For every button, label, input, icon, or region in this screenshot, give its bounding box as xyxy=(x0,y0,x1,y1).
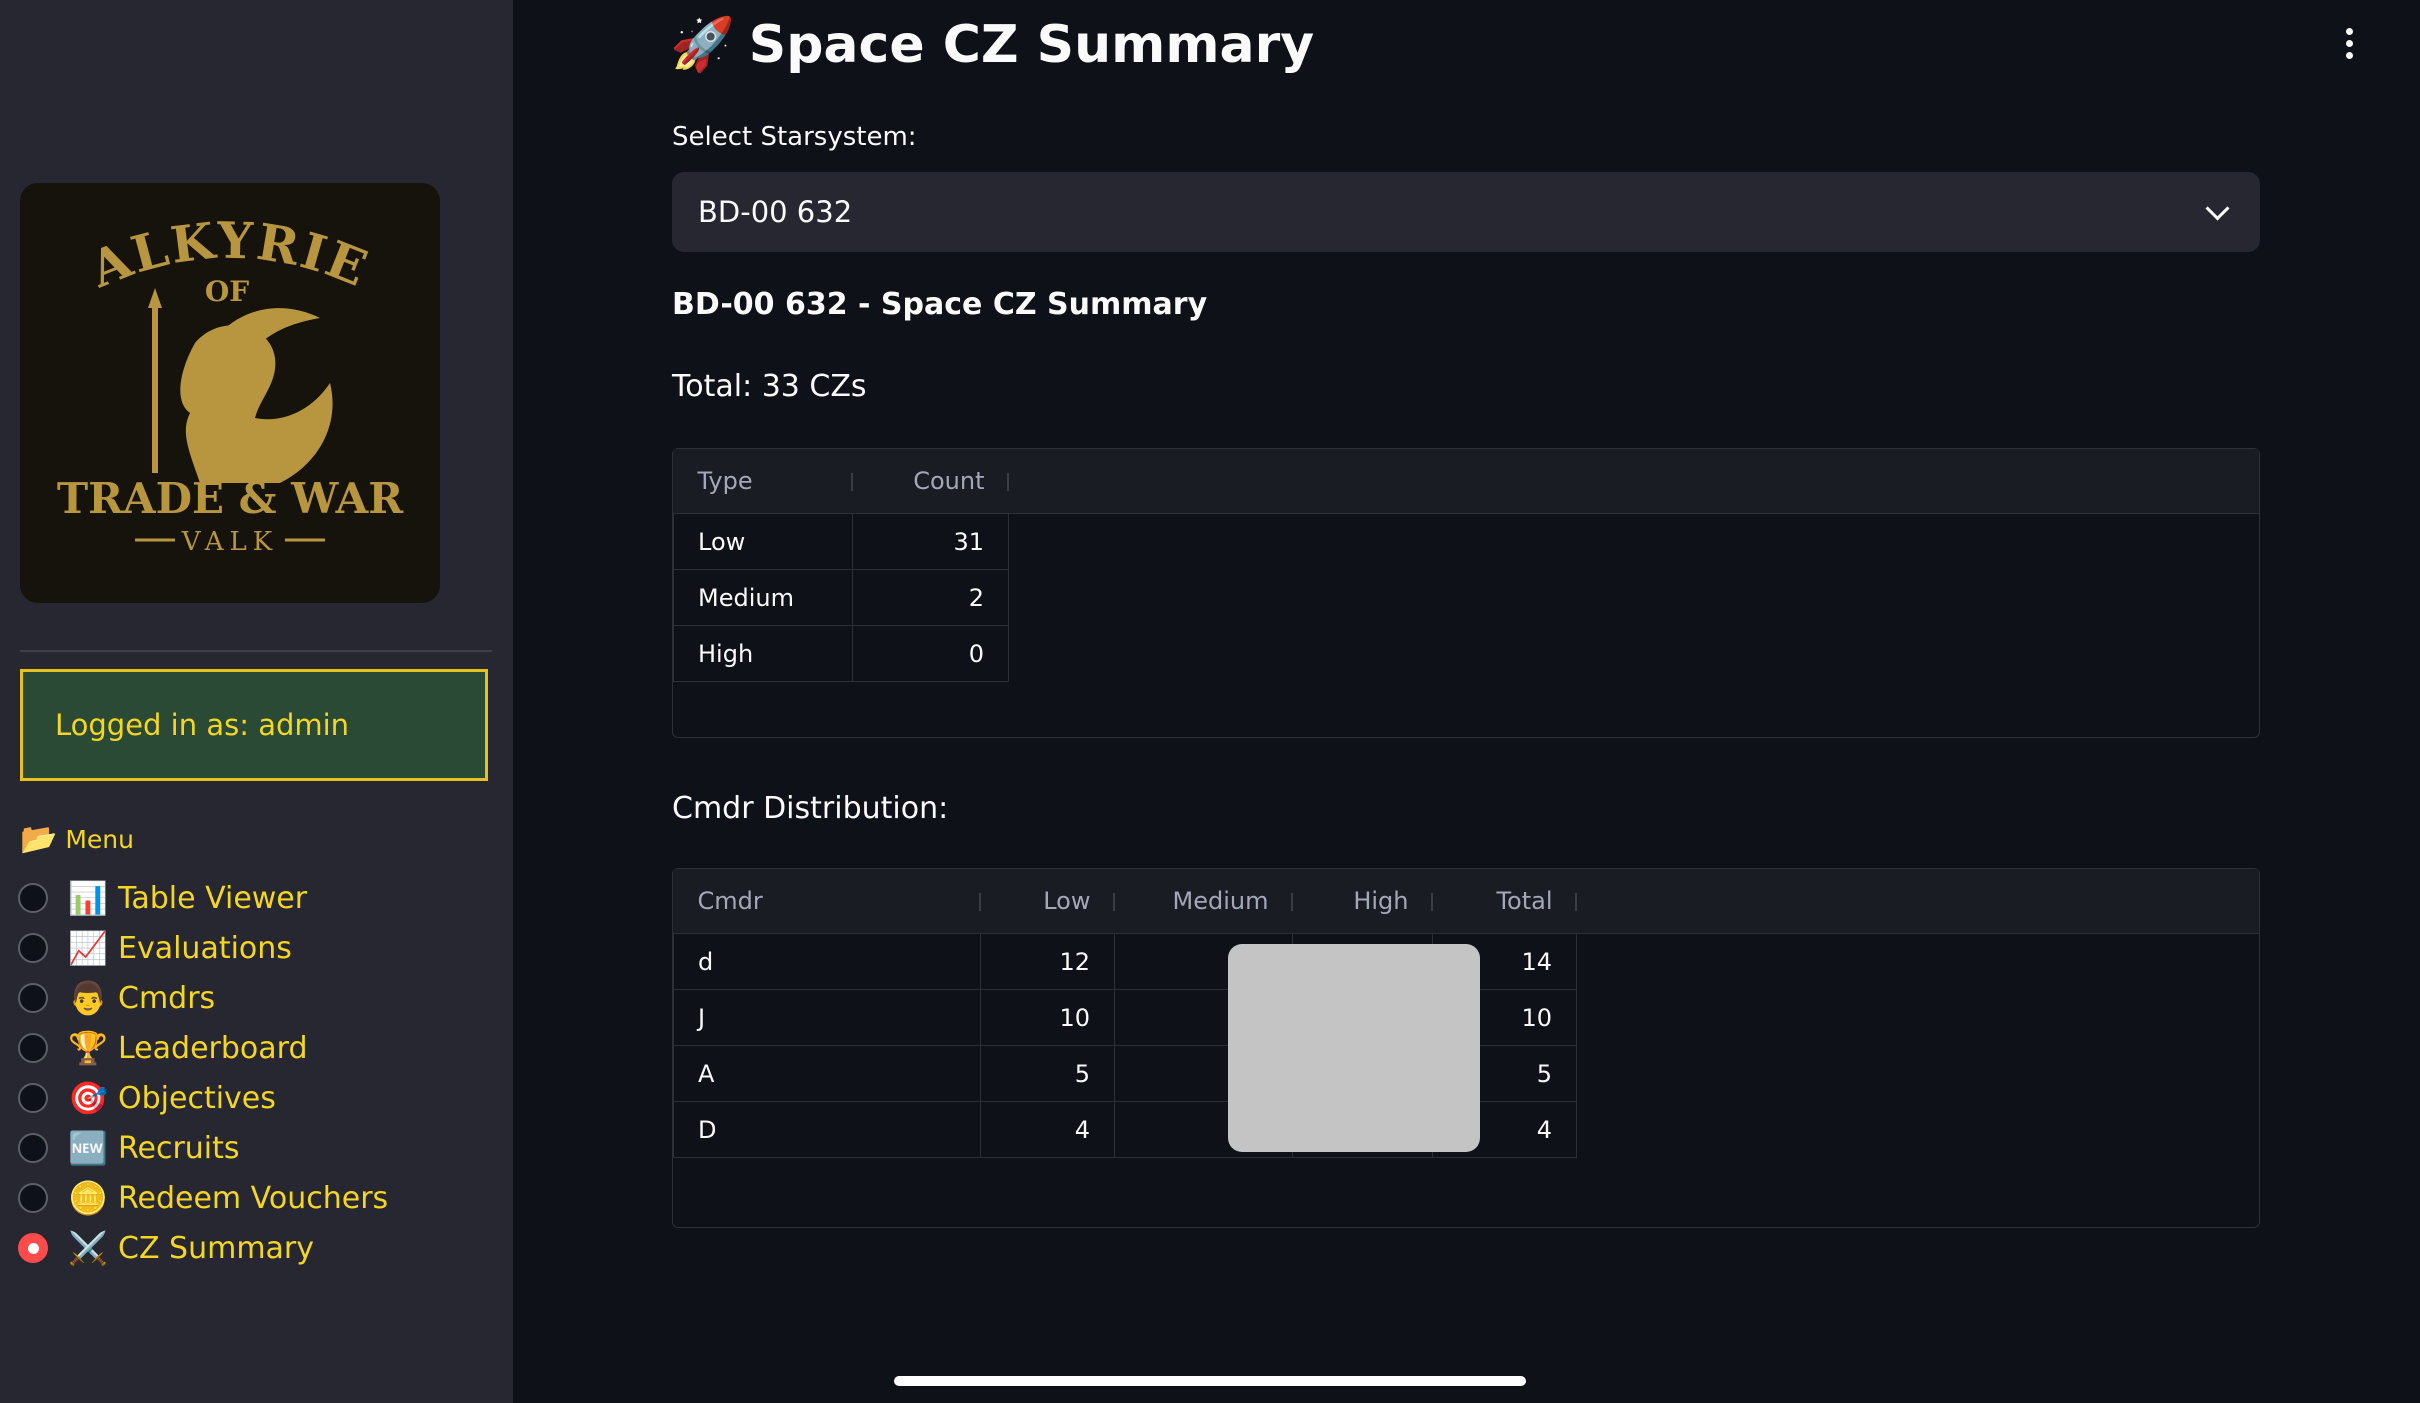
radio-button[interactable] xyxy=(18,1033,48,1063)
table-cell[interactable]: 10 xyxy=(980,989,1115,1046)
count-column-header[interactable]: Count xyxy=(852,449,1009,514)
folder-icon: 📂 xyxy=(20,822,58,857)
logo-text-bottom: VALK xyxy=(181,527,278,557)
menu-item-label: Recruits xyxy=(118,1130,240,1166)
more-options-icon[interactable] xyxy=(2346,28,2353,59)
crossed-swords-icon: ⚔️ xyxy=(68,1229,108,1267)
table-cell[interactable]: D xyxy=(673,1101,981,1158)
table-cell[interactable]: High xyxy=(673,625,853,682)
menu-item-label: Redeem Vouchers xyxy=(118,1180,389,1216)
table-cell[interactable]: Low xyxy=(673,513,853,570)
menu-item-table-viewer[interactable]: 📊 Table Viewer xyxy=(18,873,388,923)
type-table[interactable]: Type Count Low 31 Medium 2 High 0 xyxy=(672,448,2260,738)
high-column-header[interactable]: High xyxy=(1292,869,1433,934)
target-icon: 🎯 xyxy=(68,1079,108,1117)
medium-column-header[interactable]: Medium xyxy=(1114,869,1293,934)
home-indicator[interactable] xyxy=(894,1376,1526,1386)
coin-icon: 🪙 xyxy=(68,1179,108,1217)
radio-button[interactable] xyxy=(18,983,48,1013)
menu-item-label: Cmdrs xyxy=(118,980,216,1016)
radio-button[interactable] xyxy=(18,1133,48,1163)
sidebar-divider xyxy=(20,650,492,652)
table-row: Low 31 xyxy=(673,513,1009,570)
new-badge-icon: 🆕 xyxy=(68,1129,108,1167)
menu-title-label: Menu xyxy=(65,825,134,854)
valkyries-logo: VALKYRIES OF TRADE & WAR VALK xyxy=(20,183,440,603)
cmdr-column-header[interactable]: Cmdr xyxy=(673,869,981,934)
radio-button[interactable] xyxy=(18,933,48,963)
menu-item-redeem-vouchers[interactable]: 🪙 Redeem Vouchers xyxy=(18,1173,388,1223)
table-cell[interactable]: 0 xyxy=(852,625,1009,682)
radio-button[interactable] xyxy=(18,1183,48,1213)
page-title: 🚀 Space CZ Summary xyxy=(670,14,1315,76)
menu-item-cmdrs[interactable]: 👨 Cmdrs xyxy=(18,973,388,1023)
logo-text-middle: TRADE & WAR xyxy=(57,474,404,523)
summary-subheader: BD-00 632 - Space CZ Summary xyxy=(672,287,1208,322)
menu-item-cz-summary[interactable]: ⚔️ CZ Summary xyxy=(18,1223,388,1273)
table-cell[interactable]: d xyxy=(673,933,981,990)
starsystem-select[interactable]: BD-00 632 xyxy=(672,172,2260,252)
sidebar: VALKYRIES OF TRADE & WAR VALK Logged in … xyxy=(0,0,513,1403)
type-column-header[interactable]: Type xyxy=(673,449,853,514)
radio-button[interactable] xyxy=(18,883,48,913)
main-content: 🚀 Space CZ Summary Select Starsystem: BD… xyxy=(513,0,2420,1403)
trophy-icon: 🏆 xyxy=(68,1029,108,1067)
radio-button[interactable] xyxy=(18,1083,48,1113)
table-row: Medium 2 xyxy=(673,569,1009,626)
login-status: Logged in as: admin xyxy=(20,669,488,781)
menu-item-label: CZ Summary xyxy=(118,1230,315,1266)
redacted-area xyxy=(1228,944,1480,1152)
login-status-text: Logged in as: admin xyxy=(55,708,350,742)
page-title-text: Space CZ Summary xyxy=(748,14,1315,75)
cmdr-distribution-title: Cmdr Distribution: xyxy=(672,791,949,826)
menu-item-label: Evaluations xyxy=(118,930,292,966)
table-cell[interactable]: J xyxy=(673,989,981,1046)
table-cell[interactable]: A xyxy=(673,1045,981,1102)
menu-radio-group: 📊 Table Viewer 📈 Evaluations 👨 Cmdrs 🏆 Leaderbo… xyxy=(18,873,388,1273)
starsystem-select-label: Select Starsystem: xyxy=(672,122,917,152)
table-cell[interactable]: 12 xyxy=(980,933,1115,990)
svg-text:VALKYRIES: VALKYRIES xyxy=(20,183,377,299)
logo-text-top: VALKYRIES xyxy=(20,183,375,299)
logo-text-of: OF xyxy=(205,275,249,308)
menu-item-recruits[interactable]: 🆕 Recruits xyxy=(18,1123,388,1173)
radio-button[interactable] xyxy=(18,1233,48,1263)
table-row: High 0 xyxy=(673,625,1009,682)
total-czs-text: Total: 33 CZs xyxy=(672,369,867,404)
low-column-header[interactable]: Low xyxy=(980,869,1115,934)
person-icon: 👨 xyxy=(68,979,108,1017)
menu-item-leaderboard[interactable]: 🏆 Leaderboard xyxy=(18,1023,388,1073)
menu-item-evaluations[interactable]: 📈 Evaluations xyxy=(18,923,388,973)
table-cell[interactable]: 31 xyxy=(852,513,1009,570)
menu-title: 📂 Menu xyxy=(20,822,134,857)
menu-item-label: Objectives xyxy=(118,1080,276,1116)
starsystem-select-value: BD-00 632 xyxy=(698,195,853,229)
menu-item-label: Leaderboard xyxy=(118,1030,308,1066)
bar-chart-icon: 📊 xyxy=(68,879,108,917)
table-cell[interactable]: 5 xyxy=(980,1045,1115,1102)
table-cell[interactable]: 2 xyxy=(852,569,1009,626)
menu-item-label: Table Viewer xyxy=(118,880,308,916)
rocket-icon: 🚀 xyxy=(670,15,735,75)
total-column-header[interactable]: Total xyxy=(1432,869,1577,934)
table-cell[interactable]: Medium xyxy=(673,569,853,626)
chevron-down-icon xyxy=(2205,195,2230,221)
trend-chart-icon: 📈 xyxy=(68,929,108,967)
table-cell[interactable]: 4 xyxy=(980,1101,1115,1158)
menu-item-objectives[interactable]: 🎯 Objectives xyxy=(18,1073,388,1123)
